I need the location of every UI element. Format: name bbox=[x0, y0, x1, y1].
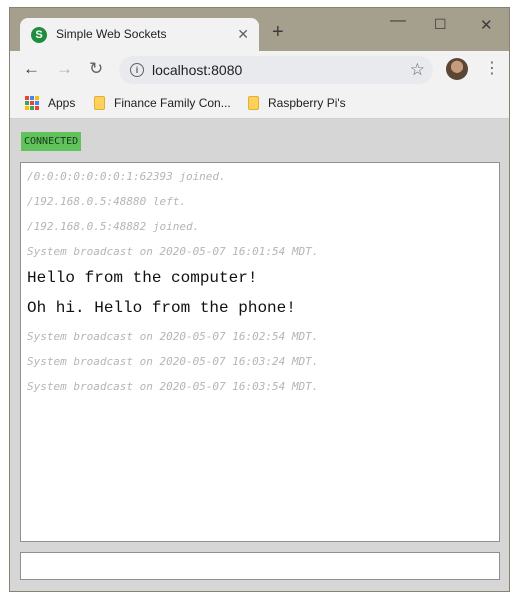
system-message: System broadcast on 2020-05-07 16:03:54 … bbox=[27, 380, 319, 393]
bookmark-label: Finance Family Con... bbox=[114, 96, 231, 110]
maximize-button[interactable]: ☐ bbox=[434, 16, 447, 33]
system-message: System broadcast on 2020-05-07 16:02:54 … bbox=[27, 330, 319, 343]
site-favicon-icon: S bbox=[31, 27, 47, 43]
close-window-button[interactable]: ✕ bbox=[480, 16, 493, 34]
system-message: /192.168.0.5:48882 joined. bbox=[27, 220, 200, 233]
bookmark-label: Apps bbox=[48, 96, 76, 110]
bookmark-raspberry-pis[interactable]: Raspberry Pi's bbox=[248, 95, 346, 111]
message-log[interactable]: /0:0:0:0:0:0:0:1:62393 joined. /192.168.… bbox=[20, 162, 500, 542]
bookmark-label: Raspberry Pi's bbox=[268, 96, 346, 110]
browser-toolbar: ← → ↻ i localhost:8080 ☆ ⋮ bbox=[10, 51, 509, 89]
tab-title: Simple Web Sockets bbox=[56, 27, 167, 41]
bookmark-apps[interactable]: Apps bbox=[48, 95, 75, 111]
folder-icon bbox=[248, 96, 259, 110]
tab-strip: S Simple Web Sockets ✕ + — ☐ ✕ bbox=[10, 8, 509, 51]
system-message: System broadcast on 2020-05-07 16:01:54 … bbox=[27, 245, 319, 258]
reload-button[interactable]: ↻ bbox=[89, 60, 103, 78]
apps-grid-icon[interactable] bbox=[25, 96, 39, 110]
connection-status-badge: CONNECTED bbox=[21, 132, 82, 151]
system-message: /192.168.0.5:48880 left. bbox=[27, 195, 186, 208]
site-info-icon[interactable]: i bbox=[130, 63, 144, 77]
bookmark-finance-family[interactable]: Finance Family Con... bbox=[94, 95, 231, 111]
bookmarks-bar: Apps Finance Family Con... Raspberry Pi'… bbox=[10, 89, 509, 119]
browser-tab[interactable]: S Simple Web Sockets ✕ bbox=[20, 18, 259, 51]
address-bar[interactable]: i localhost:8080 ☆ bbox=[119, 56, 433, 84]
new-tab-button[interactable]: + bbox=[272, 22, 284, 42]
back-button[interactable]: ← bbox=[23, 60, 40, 78]
system-message: /0:0:0:0:0:0:0:1:62393 joined. bbox=[27, 170, 226, 183]
browser-window: S Simple Web Sockets ✕ + — ☐ ✕ ← → ↻ i l… bbox=[9, 7, 510, 592]
forward-button[interactable]: → bbox=[56, 60, 73, 78]
browser-menu-icon[interactable]: ⋮ bbox=[484, 60, 500, 78]
bookmark-star-icon[interactable]: ☆ bbox=[410, 60, 425, 80]
url-text[interactable]: localhost:8080 bbox=[152, 62, 242, 78]
chat-message: Hello from the computer! bbox=[27, 269, 258, 287]
system-message: System broadcast on 2020-05-07 16:03:24 … bbox=[27, 355, 319, 368]
chat-message: Oh hi. Hello from the phone! bbox=[27, 299, 296, 317]
minimize-button[interactable]: — bbox=[390, 12, 406, 30]
close-tab-icon[interactable]: ✕ bbox=[237, 26, 249, 43]
folder-icon bbox=[94, 96, 105, 110]
profile-avatar[interactable] bbox=[446, 58, 468, 80]
message-input[interactable] bbox=[20, 552, 500, 580]
page-content: CONNECTED /0:0:0:0:0:0:0:1:62393 joined.… bbox=[10, 119, 509, 591]
